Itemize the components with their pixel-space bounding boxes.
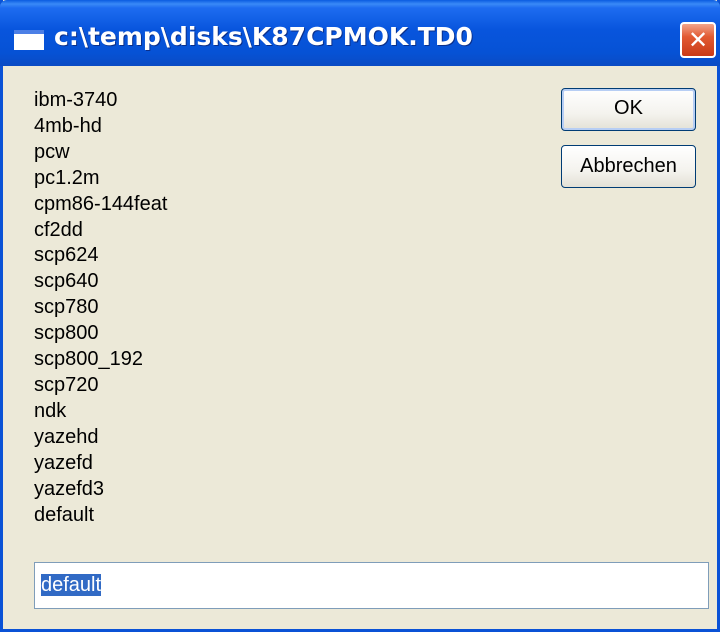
list-item[interactable]: scp624	[34, 243, 314, 269]
list-item[interactable]: cf2dd	[34, 218, 314, 244]
selected-text: default	[41, 574, 102, 596]
list-item[interactable]: yazefd	[34, 451, 314, 477]
format-input[interactable]: default	[34, 562, 709, 609]
list-item[interactable]: ibm-3740	[34, 88, 314, 114]
list-item[interactable]: scp780	[34, 295, 314, 321]
list-item[interactable]: yazehd	[34, 425, 314, 451]
window-title: c:\temp\disks\K87CPMOK.TD0	[54, 22, 473, 51]
list-item[interactable]: 4mb-hd	[34, 114, 314, 140]
list-item[interactable]: ndk	[34, 399, 314, 425]
title-bar[interactable]: c:\temp\disks\K87CPMOK.TD0 ✕	[0, 0, 720, 66]
list-item[interactable]: yazefd3	[34, 477, 314, 503]
list-item[interactable]: default	[34, 503, 314, 529]
window-icon	[14, 30, 44, 50]
list-item[interactable]: scp800_192	[34, 347, 314, 373]
list-item[interactable]: scp720	[34, 373, 314, 399]
list-item[interactable]: pc1.2m	[34, 166, 314, 192]
dialog-window: c:\temp\disks\K87CPMOK.TD0 ✕ ibm-3740 4mb…	[0, 0, 720, 632]
close-button[interactable]: ✕	[680, 22, 716, 58]
list-item[interactable]: scp800	[34, 321, 314, 347]
close-icon: ✕	[687, 26, 709, 54]
list-item[interactable]: pcw	[34, 140, 314, 166]
cancel-button[interactable]: Abbrechen	[561, 145, 696, 188]
list-item[interactable]: scp640	[34, 269, 314, 295]
format-list[interactable]: ibm-3740 4mb-hd pcw pc1.2m cpm86-144feat cf2d…	[34, 88, 314, 528]
list-item[interactable]: cpm86-144feat	[34, 192, 314, 218]
ok-button[interactable]: OK	[561, 88, 696, 131]
